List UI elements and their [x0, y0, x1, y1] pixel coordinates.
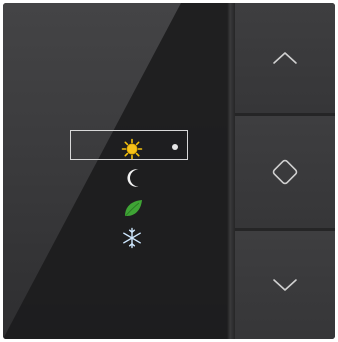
control-keys — [235, 3, 335, 339]
snowflake-icon[interactable] — [121, 227, 143, 249]
sun-icon[interactable] — [121, 138, 143, 160]
diamond-icon — [272, 159, 298, 185]
panel-divider — [227, 3, 235, 339]
decrease-button[interactable] — [235, 231, 335, 339]
increase-button[interactable] — [235, 3, 335, 113]
chevron-down-icon — [273, 279, 297, 291]
thermostat-panel — [3, 3, 335, 339]
display-glass — [3, 3, 227, 339]
glass-reflection — [3, 3, 227, 339]
moon-icon[interactable] — [124, 167, 146, 189]
selection-indicator-dot — [172, 144, 178, 150]
chevron-up-icon — [273, 52, 297, 64]
leaf-icon[interactable] — [122, 197, 144, 219]
mode-button[interactable] — [235, 116, 335, 228]
